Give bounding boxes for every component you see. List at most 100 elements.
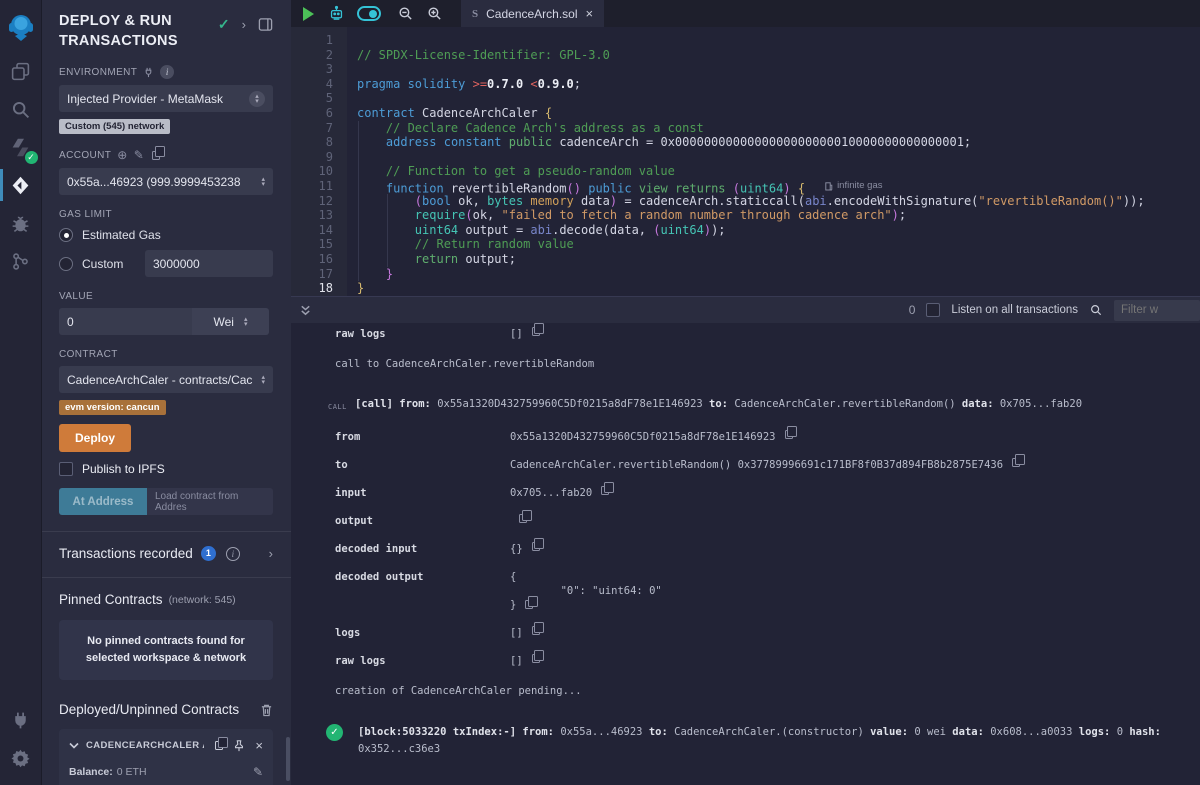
pin-panel-icon[interactable] [258,17,273,32]
panel-scrollbar[interactable] [286,737,290,781]
code-line[interactable]: 4pragma solidity >=0.7.0 <0.9.0; [291,77,1200,92]
code-line[interactable]: 18} [291,281,1200,296]
activity-bar: ✓ [0,0,42,785]
terminal-block-row[interactable]: ✓[block:5033220 txIndex:-] from: 0x55a..… [291,724,1200,758]
code-editor[interactable]: 12// SPDX-License-Identifier: GPL-3.034p… [291,27,1200,296]
clear-deployed-icon[interactable] [260,703,273,717]
add-account-icon[interactable]: ⊕ [117,148,127,162]
estimated-gas-option[interactable]: Estimated Gas [59,226,273,244]
zoom-in-icon[interactable] [426,5,443,22]
code-line[interactable]: 2// SPDX-License-Identifier: GPL-3.0 [291,48,1200,63]
custom-gas-radio[interactable] [59,257,73,271]
copy-icon[interactable] [532,654,540,663]
code-line[interactable]: 9 [291,150,1200,165]
custom-gas-option[interactable]: Custom 3000000 [59,250,273,277]
copy-icon[interactable] [519,514,527,523]
git-branch-icon[interactable] [0,242,42,280]
terminal-row-value: { "0": "uint64: 0"} [510,570,662,612]
code-line[interactable]: 17 } [291,267,1200,282]
transactions-expand-icon[interactable]: › [269,546,273,561]
terminal-row-value: [] [510,654,523,668]
terminal[interactable]: raw logs[]call to CadenceArchCaler.rever… [291,323,1200,785]
edit-account-icon[interactable]: ✎ [134,148,144,162]
plugin-manager-icon[interactable] [0,701,42,739]
value-unit-select[interactable]: Wei ▴▾ [192,308,269,335]
line-number: 16 [291,252,333,267]
settings-icon[interactable] [0,739,42,777]
terminal-row-label: from [335,430,510,444]
code-line[interactable]: 15 // Return random value [291,237,1200,252]
copy-icon[interactable] [525,600,533,609]
run-script-icon[interactable] [303,7,314,21]
transactions-info-icon[interactable]: i [226,547,240,561]
file-explorer-icon[interactable] [0,52,42,90]
copy-contract-icon[interactable] [215,741,223,750]
terminal-kv-row: raw logs[] [291,327,1200,341]
code-line[interactable]: 14 uint64 output = abi.decode(data, (uin… [291,223,1200,238]
code-line[interactable]: 11 function revertibleRandom() public vi… [291,179,1200,194]
pending-tx-count: 0 [909,303,916,317]
code-line[interactable]: 8 address constant public cadenceArch = … [291,135,1200,150]
line-number: 3 [291,62,333,77]
deploy-button[interactable]: Deploy [59,424,131,452]
terminal-call-row[interactable]: CALL[call] from: 0x55a1320D432759960C5Df… [291,397,1200,414]
environment-select[interactable]: Injected Provider - MetaMask ▴▾ [59,85,273,112]
at-address-button[interactable]: At Address [59,488,147,515]
copy-icon[interactable] [532,542,540,551]
ai-copilot-icon[interactable] [328,5,345,22]
custom-gas-input[interactable]: 3000000 [145,250,273,277]
tab-cadencearch-sol[interactable]: S CadenceArch.sol × [461,0,604,27]
code-line[interactable]: 6contract CadenceArchCaler { [291,106,1200,121]
terminal-search-icon[interactable] [1089,303,1103,317]
plug-icon[interactable] [143,67,154,78]
account-select[interactable]: 0x55a...46923 (999.9999453238 ▴▾ [59,168,273,195]
collapse-contract-icon[interactable] [69,742,79,749]
code-text: contract CadenceArchCaler { [333,106,552,121]
code-line[interactable]: 1 [291,33,1200,48]
copilot-toggle[interactable] [357,6,381,21]
pin-contract-icon[interactable] [233,739,245,752]
contract-select[interactable]: CadenceArchCaler - contracts/Cac ▴▾ [59,366,273,393]
edit-balance-icon[interactable]: ✎ [253,765,263,779]
remove-contract-icon[interactable]: × [255,738,263,753]
code-line[interactable]: 10 // Function to get a pseudo-random va… [291,164,1200,179]
panel-chevron-icon[interactable]: › [242,17,246,32]
transactions-recorded-section[interactable]: Transactions recorded 1 i › [59,546,273,561]
balance-value: 0 ETH [117,766,147,778]
code-line[interactable]: 16 return output; [291,252,1200,267]
tab-label: CadenceArch.sol [486,7,577,21]
listen-all-checkbox[interactable] [926,303,940,317]
estimated-gas-radio[interactable] [59,228,73,242]
code-line[interactable]: 5 [291,91,1200,106]
search-icon[interactable] [0,90,42,128]
code-line[interactable]: 12 (bool ok, bytes memory data) = cadenc… [291,194,1200,209]
debugger-icon[interactable] [0,204,42,242]
code-line[interactable]: 13 require(ok, "failed to fetch a random… [291,208,1200,223]
copy-icon[interactable] [601,486,609,495]
publish-ipfs-checkbox[interactable] [59,462,73,476]
code-line[interactable]: 7 // Declare Cadence Arch's address as a… [291,121,1200,136]
select-arrows-icon: ▴▾ [244,317,248,327]
solidity-compiler-icon[interactable]: ✓ [0,128,42,166]
expand-terminal-icon[interactable] [299,304,312,317]
code-text: uint64 output = abi.decode(data, (uint64… [333,223,726,238]
at-address-input[interactable]: Load contract from Addres [147,488,273,515]
deployed-contract-title: CADENCEARCHCALER AT 0X3 [86,740,204,751]
zoom-out-icon[interactable] [397,5,414,22]
environment-info-icon[interactable]: i [160,65,174,79]
copy-icon[interactable] [532,327,540,336]
environment-label: ENVIRONMENT i [59,65,273,79]
copy-icon[interactable] [785,430,793,439]
close-tab-icon[interactable]: × [586,6,594,21]
publish-ipfs-option[interactable]: Publish to IPFS [59,462,273,476]
terminal-filter-input[interactable] [1114,300,1200,321]
code-line[interactable]: 3 [291,62,1200,77]
value-input[interactable]: 0 [59,308,192,335]
terminal-row-label: to [335,458,510,472]
deploy-run-icon[interactable] [0,166,42,204]
remix-logo-icon[interactable] [0,8,42,46]
copy-icon[interactable] [532,626,540,635]
copy-icon[interactable] [1012,458,1020,467]
copy-account-icon[interactable] [152,151,160,160]
line-number: 8 [291,135,333,150]
